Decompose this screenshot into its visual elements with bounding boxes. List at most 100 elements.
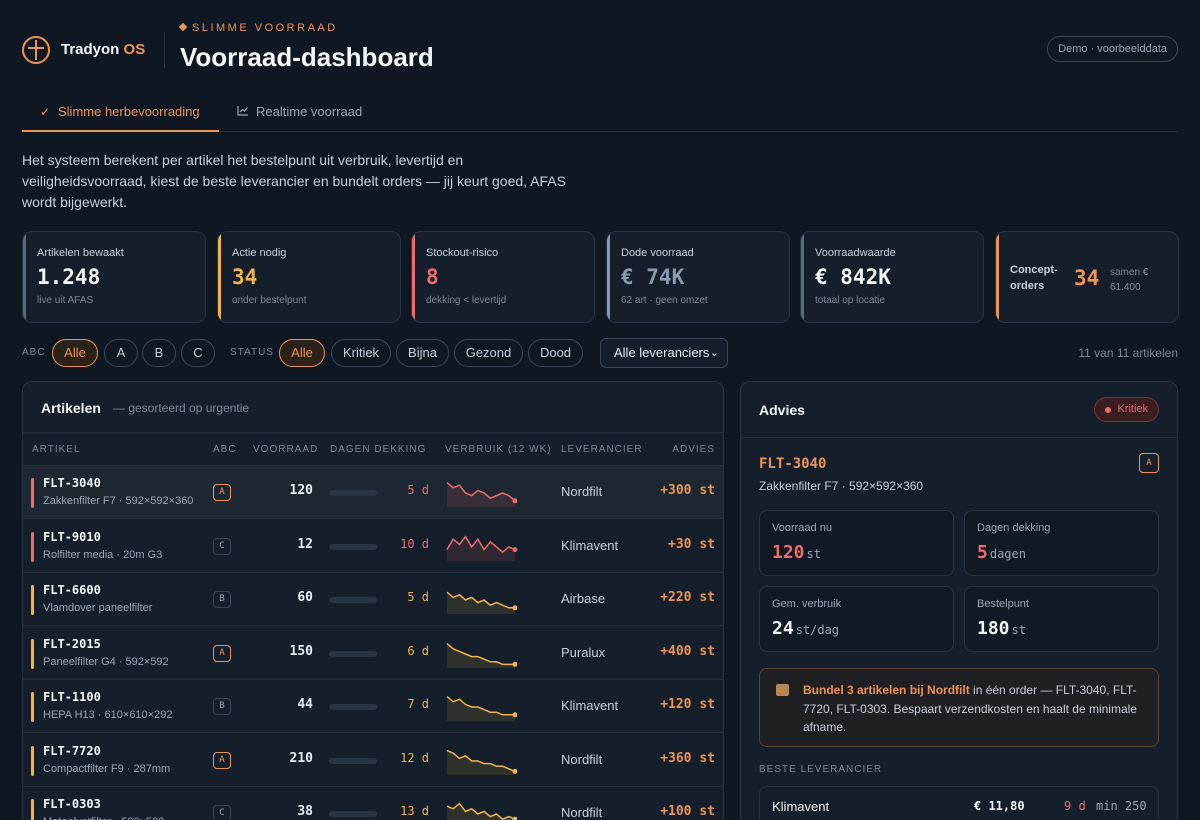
- supplier-select[interactable]: Alle leveranciers ⌄: [600, 338, 728, 368]
- tab-realtime-voorraad[interactable]: Realtime voorraad: [236, 96, 386, 132]
- stock-value: 150: [289, 643, 313, 659]
- abc-badge: C: [213, 537, 231, 555]
- kpi-value: 34: [232, 265, 258, 289]
- supplier-price: € 11,80: [974, 799, 1025, 813]
- article-code: FLT-2015: [43, 636, 101, 651]
- kpi-sub: samen € 61.400: [1110, 267, 1149, 293]
- stat-label: Gem. verbruik: [772, 598, 842, 610]
- kpi-artikelen-bewaakt: Artikelen bewaakt 1.248 live uit AFAS: [22, 231, 206, 323]
- best-supplier-row[interactable]: Klimavent € 11,80 9 d min 250: [759, 786, 1159, 820]
- table-row[interactable]: FLT-3040 Zakkenfilter F7 · 592×592×360 A 12…: [23, 466, 723, 519]
- kpi-sub: 62 art · geen omzet: [621, 295, 708, 306]
- col-leverancier: LEVERANCIER: [561, 444, 643, 455]
- kpi-voorraadwaarde: Voorraadwaarde € 842K totaal op locatie: [800, 231, 984, 323]
- coverage-days: 5 d: [407, 483, 429, 497]
- usage-sparkline: [446, 696, 517, 721]
- status-filter-gezond[interactable]: Gezond: [454, 339, 523, 367]
- status-filter-kritiek[interactable]: Kritiek: [331, 339, 391, 367]
- status-filter-label: STATUS: [230, 347, 274, 358]
- article-name: Compactfilter F9 · 287mm: [43, 762, 171, 775]
- status-filter-bijna[interactable]: Bijna: [396, 339, 449, 367]
- table-row[interactable]: FLT-6600 Vlamdover paneelfilter B 60 5 d Airb…: [23, 573, 723, 626]
- supplier-min-order: min 250: [1096, 799, 1147, 813]
- usage-sparkline: [446, 591, 517, 614]
- supplier-name: Klimavent: [561, 698, 619, 713]
- stat-unit: st/dag: [795, 623, 840, 637]
- coverage-days: 7 d: [407, 697, 429, 711]
- intro-text: Het systeem berekent per artikel het bes…: [22, 152, 566, 210]
- chevron-down-icon: ⌄: [709, 347, 719, 359]
- coverage-days: 12 d: [400, 750, 429, 765]
- tab-bar: ✓ Slimme herbevoorrading Realtime voorraa…: [22, 96, 1178, 132]
- col-advies: ADVIES: [672, 444, 715, 455]
- abc-filter-c[interactable]: C: [181, 339, 215, 367]
- stock-value: 60: [297, 590, 313, 605]
- coverage-bar: [329, 757, 377, 764]
- abc-badge: C: [213, 805, 231, 820]
- article-code: FLT-7720: [43, 743, 101, 758]
- supplier-name: Nordfilt: [561, 484, 603, 499]
- coverage-days: 6 d: [407, 643, 429, 658]
- kpi-actie-nodig: Actie nodig 34 onder bestelpunt: [217, 231, 401, 323]
- kpi-concept-orders[interactable]: Concept-orders 34 samen € 61.400: [995, 231, 1179, 323]
- kpi-label: Concept-orders: [1010, 264, 1058, 292]
- supplier-name: Klimavent: [561, 537, 619, 553]
- advice-article-code: FLT-3040: [759, 456, 827, 472]
- bundle-highlight: Bundel 3 artikelen bij Nordfilt: [803, 683, 970, 697]
- coverage-days: 5 d: [407, 590, 429, 604]
- usage-sparkline: [446, 482, 517, 507]
- articles-panel: Artikelen — gesorteerd op urgentie ARTIK…: [22, 381, 724, 820]
- kpi-label: Artikelen bewaakt: [37, 247, 124, 259]
- table-row[interactable]: FLT-1100 HEPA H13 · 610×610×292 B 44 7 d Klim…: [23, 680, 723, 733]
- article-code: FLT-3040: [43, 476, 101, 490]
- tab-slimme-herbevoorrading[interactable]: ✓ Slimme herbevoorrading: [22, 96, 219, 132]
- advice-quantity: +30 st: [668, 536, 715, 552]
- table-row[interactable]: FLT-0303 Metaalvetfilter · 500×500 C 38 13 d…: [23, 787, 723, 820]
- supplier-name: Puralux: [561, 644, 606, 660]
- kpi-sub: totaal op locatie: [815, 295, 886, 306]
- kpi-accent-bar: [23, 232, 26, 322]
- article-name: Rolfilter media · 20m G3: [43, 548, 163, 561]
- abc-filter-a[interactable]: A: [104, 339, 138, 367]
- table-row[interactable]: FLT-9010 Rolfilter media · 20m G3 C 12 10 d K…: [23, 520, 723, 573]
- bundle-suggestion[interactable]: Bundel 3 artikelen bij Nordfilt in één o…: [759, 668, 1159, 747]
- header: Tradyon OS SLIMME VOORRAAD Voorraad-dash…: [22, 18, 1178, 78]
- abc-badge: A: [1139, 453, 1159, 473]
- abc-badge: A: [213, 644, 231, 662]
- bundle-text: Bundel 3 artikelen bij Nordfilt in één o…: [803, 681, 1151, 737]
- article-code: FLT-1100: [43, 690, 101, 704]
- status-indicator: [31, 799, 34, 820]
- abc-filter-b[interactable]: B: [142, 339, 176, 367]
- kpi-value: € 842K: [815, 265, 891, 289]
- stock-value: 210: [289, 750, 313, 766]
- kpi-sub: dekking < levertijd: [426, 295, 507, 306]
- coverage-bar: [329, 704, 377, 710]
- col-verbruik: VERBRUIK (12 WK): [445, 444, 552, 455]
- diamond-icon: [178, 22, 188, 32]
- kpi-label: Actie nodig: [232, 247, 287, 259]
- articles-title: Artikelen: [41, 400, 101, 416]
- table-row[interactable]: FLT-7720 Compactfilter F9 · 287mm A 210 12 d…: [23, 734, 723, 787]
- stat-dagen-dekking: Dagen dekking 5 dagen: [964, 510, 1159, 576]
- kpi-value: 1.248: [37, 265, 101, 289]
- tradyon-logo-icon: [22, 36, 50, 64]
- advice-quantity: +360 st: [660, 750, 715, 766]
- abc-badge: A: [213, 484, 231, 501]
- kpi-accent-bar: [412, 232, 415, 322]
- abc-filter-alle[interactable]: Alle: [52, 339, 98, 367]
- status-indicator: [31, 745, 34, 776]
- table-row[interactable]: FLT-2015 Paneelfilter G4 · 592×592 A 150 6 d…: [23, 627, 723, 680]
- supplier-select-value: Alle leveranciers: [614, 345, 710, 360]
- advice-quantity: +400 st: [660, 643, 715, 659]
- status-filter-alle[interactable]: Alle: [279, 339, 325, 367]
- kpi-dode-voorraad: Dode voorraad € 74K 62 art · geen omzet: [606, 231, 790, 323]
- stat-unit: st: [806, 547, 821, 561]
- stat-label: Bestelpunt: [977, 598, 1029, 610]
- page-title: Voorraad-dashboard: [180, 42, 434, 72]
- status-filter-dood[interactable]: Dood: [528, 339, 583, 367]
- col-abc: ABC: [213, 444, 237, 455]
- brand-name: Tradyon OS: [61, 41, 146, 58]
- kpi-label: Voorraadwaarde: [815, 247, 896, 259]
- usage-sparkline: [446, 802, 517, 820]
- stat-label: Voorraad nu: [772, 522, 832, 534]
